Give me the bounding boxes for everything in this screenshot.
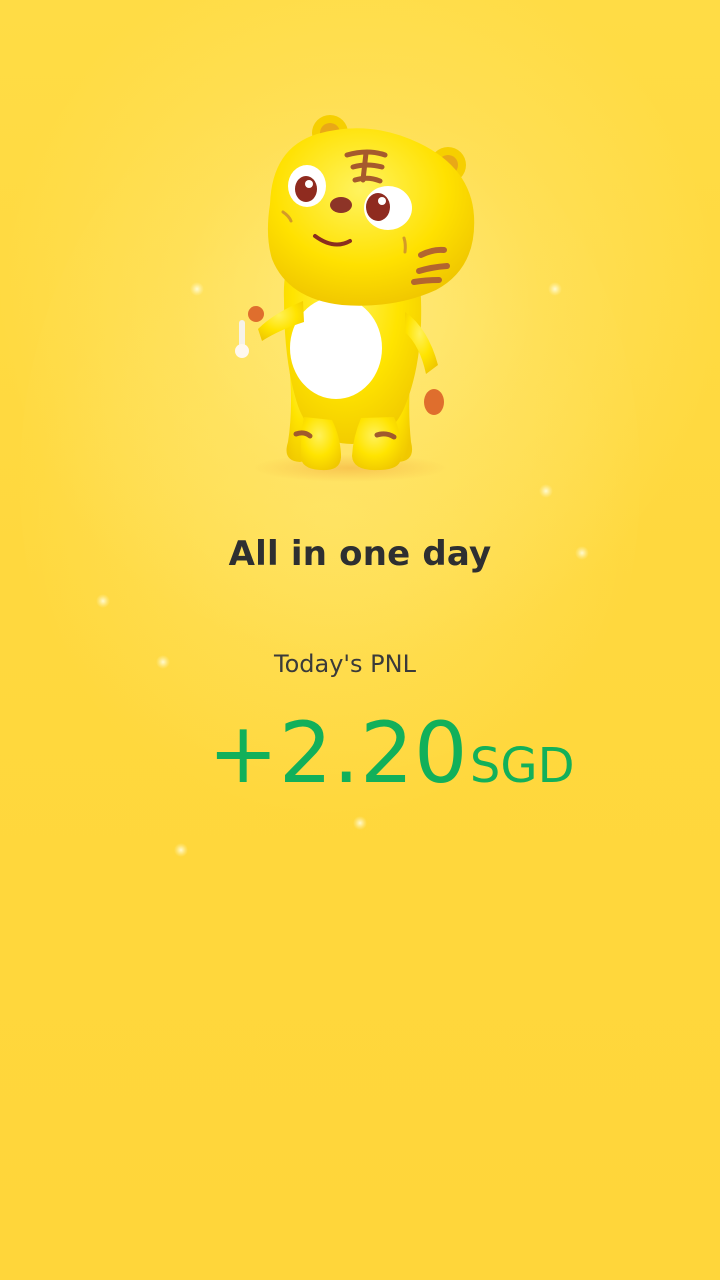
pnl-amount: +2.20 bbox=[208, 704, 468, 802]
sparkle-decoration bbox=[353, 816, 367, 830]
todays-pnl-value: +2.20SGD bbox=[208, 704, 575, 802]
todays-pnl-label: Today's PNL bbox=[274, 650, 416, 678]
sparkle-decoration bbox=[539, 484, 553, 498]
sparkle-decoration bbox=[96, 594, 110, 608]
sparkle-decoration bbox=[156, 655, 170, 669]
headline-all-in-one-day: All in one day bbox=[228, 534, 492, 574]
pnl-currency: SGD bbox=[469, 738, 575, 794]
sparkle-decoration bbox=[548, 282, 562, 296]
sparkle-decoration bbox=[174, 843, 188, 857]
tiger-mascot-illustration bbox=[235, 115, 475, 482]
